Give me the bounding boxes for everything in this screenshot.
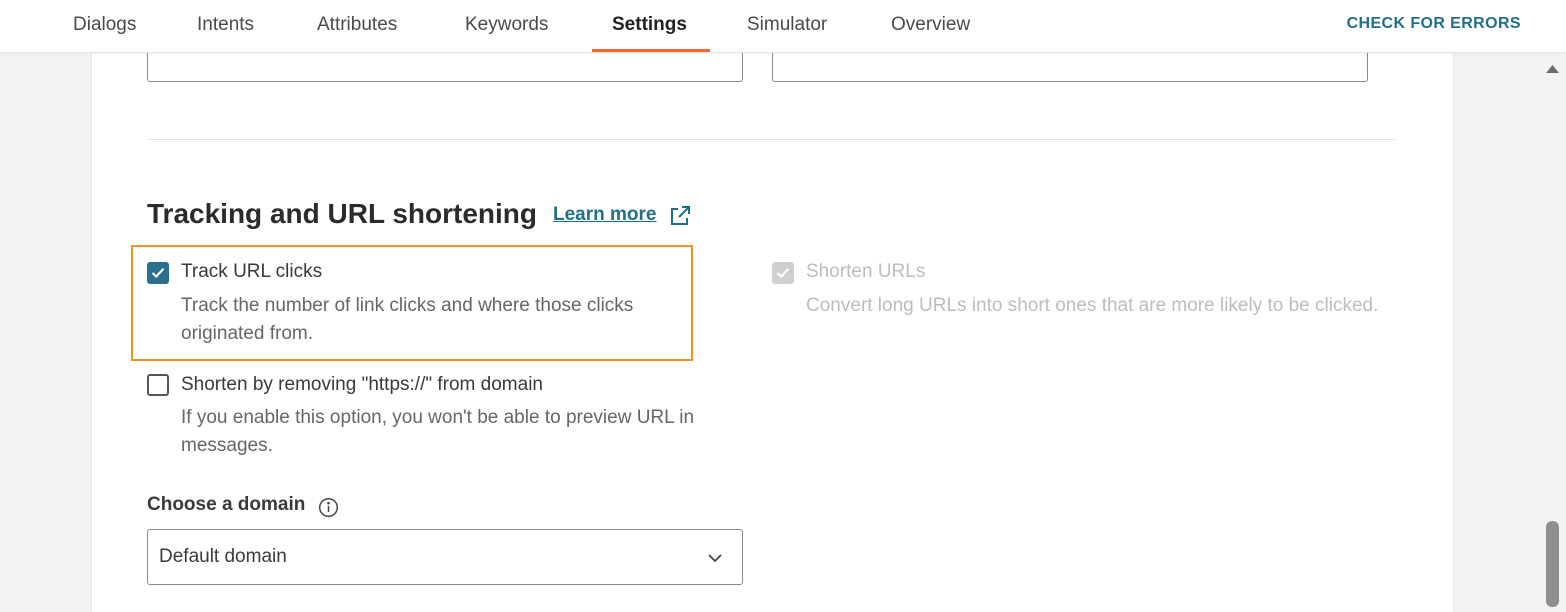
active-tab-indicator: [592, 49, 710, 52]
track-url-clicks-description: Track the number of link clicks and wher…: [181, 295, 634, 344]
shorten-urls-label: Shorten URLs: [806, 261, 926, 282]
text-input-left[interactable]: [147, 52, 743, 82]
checkmark-icon: [151, 268, 165, 279]
domain-select-value: Default domain: [159, 546, 287, 567]
choose-domain-label: Choose a domain: [147, 494, 306, 515]
section-title: Tracking and URL shortening: [147, 198, 537, 229]
chevron-down-icon: [708, 554, 722, 563]
text-input-right[interactable]: [772, 52, 1368, 82]
track-url-clicks-checkbox[interactable]: [147, 262, 169, 284]
remove-https-label: Shorten by removing "https://" from doma…: [181, 374, 543, 395]
checkmark-icon: [776, 268, 790, 279]
domain-select[interactable]: Default domain: [147, 529, 743, 585]
tab-simulator[interactable]: Simulator: [747, 0, 827, 52]
remove-https-description: If you enable this option, you won't be …: [181, 407, 695, 456]
scrollbar-thumb[interactable]: [1546, 521, 1559, 607]
remove-https-checkbox[interactable]: [147, 374, 169, 396]
learn-more-link[interactable]: Learn more: [553, 204, 656, 226]
section-divider: [147, 139, 1395, 140]
shorten-urls-description: Convert long URLs into short ones that a…: [806, 295, 1379, 316]
tab-attributes[interactable]: Attributes: [317, 0, 397, 52]
top-nav-bar: Dialogs Intents Attributes Keywords Sett…: [0, 0, 1566, 53]
info-icon[interactable]: [318, 497, 339, 518]
tab-intents[interactable]: Intents: [197, 0, 254, 52]
tab-dialogs[interactable]: Dialogs: [73, 0, 136, 52]
tab-keywords[interactable]: Keywords: [465, 0, 548, 52]
check-for-errors-button[interactable]: CHECK FOR ERRORS: [1347, 0, 1521, 50]
tab-overview[interactable]: Overview: [891, 0, 970, 52]
scroll-up-arrow-icon[interactable]: [1544, 62, 1561, 76]
shorten-urls-checkbox: [772, 262, 794, 284]
track-url-clicks-label: Track URL clicks: [181, 261, 323, 282]
tab-settings[interactable]: Settings: [612, 0, 687, 52]
external-link-icon[interactable]: [668, 204, 692, 228]
